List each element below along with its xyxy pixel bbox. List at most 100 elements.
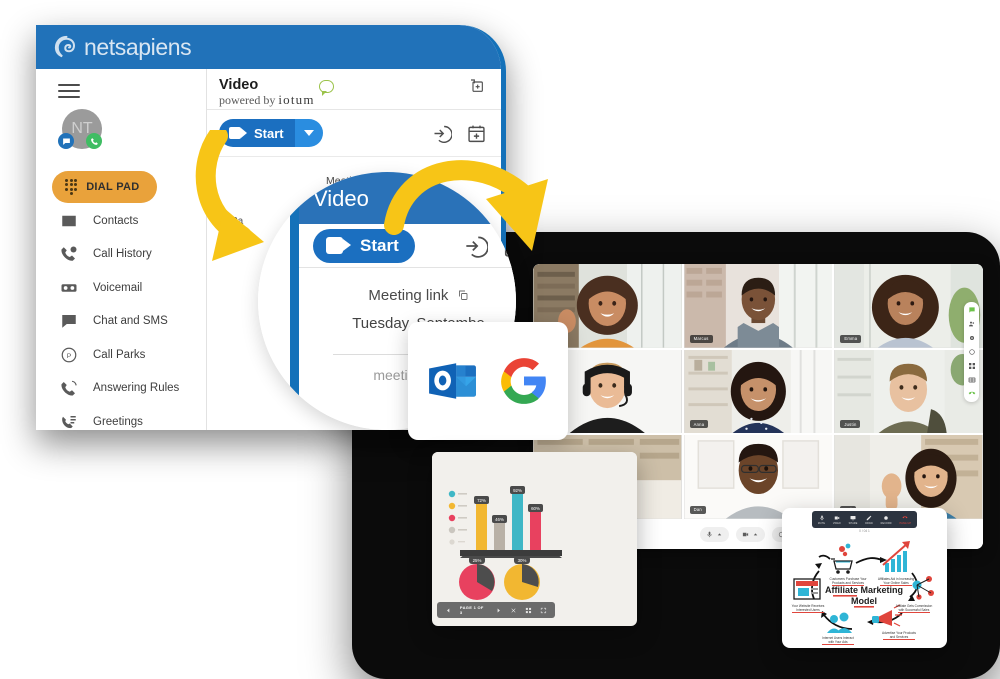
- sidebar-item-label: Call Parks: [93, 348, 146, 361]
- whiteboard-mute-button[interactable]: MUTE: [818, 515, 825, 525]
- participants-icon[interactable]: [968, 320, 976, 328]
- layout-icon[interactable]: [968, 362, 976, 370]
- whiteboard-draw-button[interactable]: DRAW: [865, 515, 873, 525]
- meeting-link-label: Meeting link: [368, 287, 449, 304]
- tool-label: MUTE: [817, 521, 826, 525]
- whiteboard-hangup-button[interactable]: HANG UP: [899, 515, 911, 525]
- whiteboard-title-line1: Affiliate Marketing: [825, 585, 903, 595]
- participant-tile[interactable]: Emma: [834, 264, 983, 348]
- chevron-right-icon[interactable]: [495, 607, 502, 614]
- hang-up-icon: [902, 515, 908, 518]
- mic-control[interactable]: [699, 526, 729, 542]
- join-meeting-icon[interactable]: [431, 123, 452, 144]
- greetings-icon: [62, 415, 76, 428]
- call-parks-icon: P: [61, 347, 77, 363]
- outlook-icon[interactable]: [427, 356, 477, 406]
- whiteboard-toolbar: MUTE VIDEO SHARE DRAW RECORD HANG UP: [812, 511, 917, 528]
- whiteboard-share-button[interactable]: SHARE: [849, 515, 858, 525]
- presence-phone-icon: [86, 133, 102, 149]
- whiteboard-drawing: Affiliate Marketing Model Customers Purc…: [786, 535, 943, 645]
- powered-by-label: powered by: [219, 92, 276, 107]
- dial-pad-label: DIAL PAD: [86, 181, 140, 193]
- presentation-controls: PAGE 1 OF 3: [437, 602, 555, 618]
- brand-name: netsapiens: [84, 33, 192, 60]
- schedule-meeting-icon[interactable]: [466, 123, 487, 144]
- participant-tile[interactable]: Dan: [683, 435, 833, 519]
- sidebar: NT DIAL PAD Contacts Call History Voicem…: [36, 69, 206, 430]
- svg-text:60%: 60%: [531, 506, 540, 511]
- fullscreen-icon[interactable]: [540, 607, 547, 614]
- meeting-side-toolbar[interactable]: [964, 302, 979, 402]
- whiteboard-record-button[interactable]: RECORD: [881, 515, 892, 525]
- sidebar-item-label: Voicemail: [93, 281, 143, 294]
- sidebar-item-greetings[interactable]: Greetings: [36, 406, 206, 430]
- calendar-integrations-card: [408, 322, 568, 440]
- hamburger-icon[interactable]: [58, 84, 80, 98]
- page-title: Video powered by iotum: [219, 78, 315, 106]
- arrow-curve-right: [384, 160, 548, 251]
- participant-name: Emma: [840, 334, 862, 343]
- svg-text:Interested Users: Interested Users: [796, 608, 820, 612]
- add-panel-icon[interactable]: [469, 78, 485, 94]
- microphone-icon: [819, 515, 824, 520]
- svg-text:92%: 92%: [513, 488, 522, 493]
- close-icon[interactable]: [510, 607, 517, 614]
- screenshot-root: Sofia: [0, 0, 1000, 679]
- contacts-icon: [62, 215, 76, 226]
- svg-text:and Services: and Services: [890, 635, 909, 639]
- chevron-left-icon[interactable]: [445, 607, 452, 614]
- svg-text:25%: 25%: [473, 558, 482, 563]
- iotum-brand: iotum: [278, 91, 315, 107]
- app-header: netsapiens: [36, 25, 501, 69]
- sidebar-item-chat-sms[interactable]: Chat and SMS: [36, 306, 206, 338]
- sidebar-item-label: Greetings: [93, 415, 143, 428]
- whiteboard-card: MUTE VIDEO SHARE DRAW RECORD HANG UP 0 /…: [782, 508, 947, 648]
- avatar-block: NT: [58, 109, 104, 151]
- svg-text:Products and Services: Products and Services: [832, 581, 864, 585]
- participant-tile[interactable]: Marcus: [683, 264, 833, 348]
- google-icon[interactable]: [499, 356, 549, 406]
- gallery-icon[interactable]: [968, 376, 976, 384]
- settings-icon[interactable]: [968, 334, 976, 342]
- netsapiens-logo-icon: [54, 35, 76, 57]
- dial-pad-icon: [65, 178, 78, 196]
- dial-pad-button[interactable]: DIAL PAD: [52, 171, 157, 203]
- share-screen-icon: [850, 515, 856, 520]
- tool-label: HANG UP: [899, 521, 912, 525]
- microphone-icon: [706, 531, 712, 537]
- chat-bubble-icon[interactable]: [318, 80, 334, 96]
- participant-tile[interactable]: Mei: [834, 435, 983, 519]
- sidebar-item-label: Call History: [93, 248, 152, 261]
- leave-icon[interactable]: [968, 390, 976, 398]
- whiteboard-video-button[interactable]: VIDEO: [833, 515, 841, 525]
- page-indicator: PAGE 1 OF 3: [459, 605, 484, 615]
- svg-text:46%: 46%: [495, 517, 504, 522]
- answering-rules-icon: [61, 380, 77, 396]
- svg-text:with Successful Sales: with Successful Sales: [899, 608, 930, 612]
- sidebar-item-label: Chat and SMS: [93, 315, 168, 328]
- sidebar-item-call-history[interactable]: Call History: [36, 239, 206, 271]
- svg-text:P: P: [67, 353, 72, 360]
- camera-control[interactable]: [735, 526, 765, 542]
- whiteboard-meta: 0 / 04 1: [859, 529, 870, 533]
- voicemail-icon: [61, 284, 77, 292]
- participant-tile[interactable]: Anna: [683, 349, 833, 434]
- sidebar-item-answering-rules[interactable]: Answering Rules: [36, 373, 206, 405]
- tile-view-icon[interactable]: [525, 607, 532, 614]
- chat-icon[interactable]: [968, 306, 976, 314]
- sidebar-item-contacts[interactable]: Contacts: [36, 205, 206, 237]
- participant-tile[interactable]: Justin: [834, 349, 983, 434]
- record-icon: [884, 515, 888, 520]
- tool-label: SHARE: [848, 521, 858, 525]
- sidebar-item-voicemail[interactable]: Voicemail: [36, 272, 206, 304]
- video-panel-header: Video powered by iotum: [207, 69, 501, 110]
- shared-presentation-card: 72% 46% 92% 60% 25% 30% PAGE 1 OF 3: [432, 452, 637, 626]
- sidebar-item-call-parks[interactable]: P Call Parks: [36, 339, 206, 371]
- magnified-meeting-link: Meeting link: [299, 287, 516, 304]
- record-icon[interactable]: [968, 348, 976, 356]
- copy-icon[interactable]: [457, 289, 469, 301]
- participant-name: Anna: [689, 420, 709, 429]
- brand-logo: netsapiens: [54, 33, 192, 61]
- svg-text:with Your Ads: with Your Ads: [828, 640, 848, 644]
- svg-text:Your Online Sales: Your Online Sales: [883, 581, 909, 585]
